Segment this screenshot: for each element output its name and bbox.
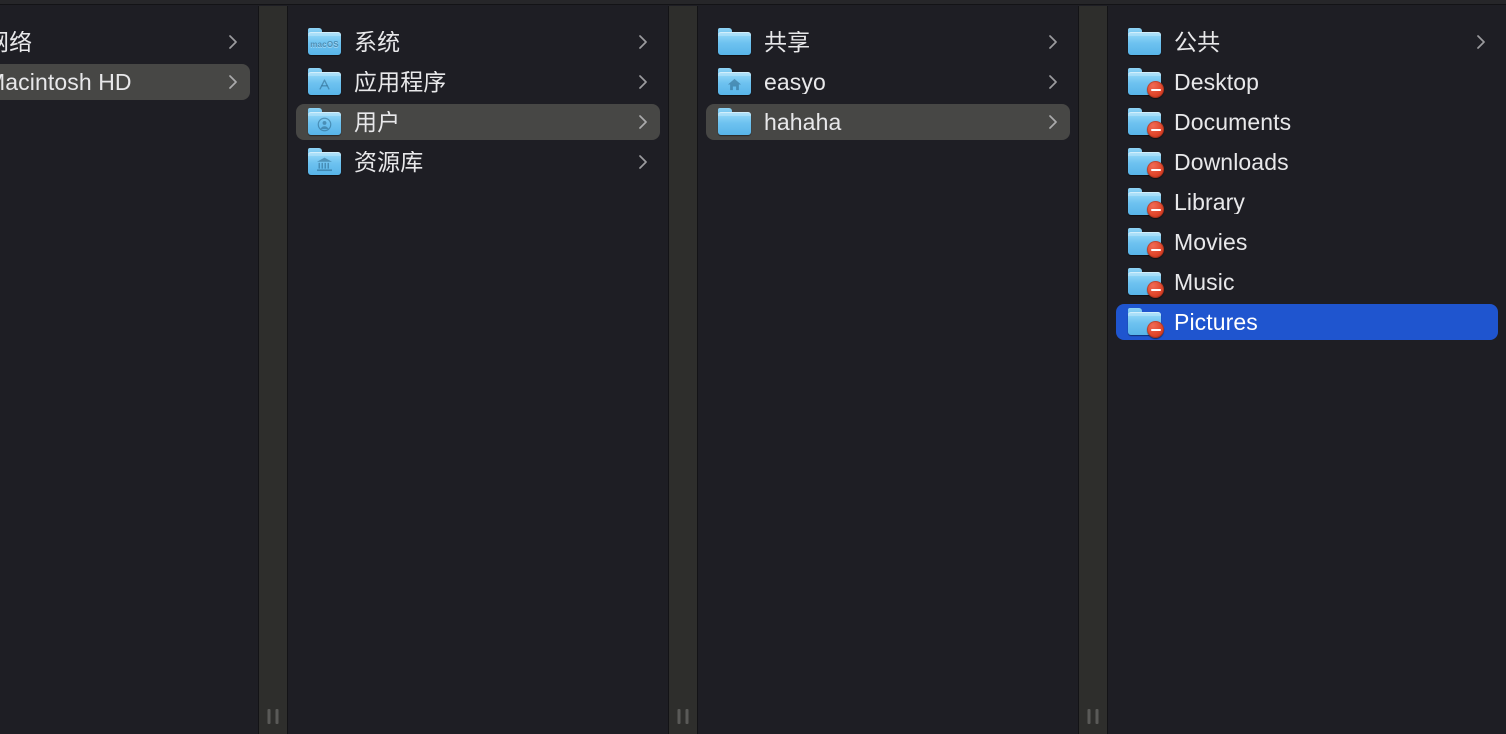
folder-body (718, 32, 751, 55)
column-browser: 网络 Macintosh HD macOS 系统应用程序用户资源库 共享 easyo hah… (0, 6, 1506, 734)
file-name-label: 网络 (0, 30, 33, 54)
file-row[interactable]: Desktop (1116, 64, 1498, 100)
file-row[interactable]: 资源库 (296, 144, 660, 180)
file-name-label: Music (1174, 270, 1235, 294)
folder-icon-restricted (1128, 148, 1164, 178)
chevron-right-icon (226, 32, 240, 52)
column-4[interactable]: 公共 Desktop Documents Downloads Library Movies… (1108, 6, 1506, 734)
file-row[interactable]: 应用程序 (296, 64, 660, 100)
column-resize-handle-2[interactable] (668, 6, 698, 734)
macos-text-glyph-icon: macOS (310, 39, 339, 49)
folder-icon (308, 108, 342, 136)
folder-icon-restricted (1128, 268, 1164, 298)
file-name-label: hahaha (764, 110, 842, 134)
file-name-label: 资源库 (354, 150, 424, 174)
resize-grip-icon[interactable] (677, 709, 689, 724)
folder-icon (718, 108, 752, 136)
file-row[interactable]: Documents (1116, 104, 1498, 140)
file-name-label: Documents (1174, 110, 1292, 134)
finder-column-view: 网络 Macintosh HD macOS 系统应用程序用户资源库 共享 easyo hah… (0, 0, 1506, 734)
file-name-label: 系统 (354, 30, 401, 54)
chevron-right-icon (636, 32, 650, 52)
file-row[interactable]: 公共 (1116, 24, 1498, 60)
no-entry-badge-icon (1147, 321, 1164, 338)
chevron-right-icon (1046, 72, 1060, 92)
chevron-right-icon (636, 152, 650, 172)
no-entry-badge-icon (1147, 241, 1164, 258)
column-resize-handle-1[interactable] (258, 6, 288, 734)
file-row[interactable]: Downloads (1116, 144, 1498, 180)
folder-icon-restricted (1128, 108, 1164, 138)
folder-body (718, 112, 751, 135)
folder-body (1128, 32, 1161, 55)
no-entry-badge-icon (1147, 121, 1164, 138)
app-store-a-glyph-icon (308, 74, 341, 95)
chevron-right-icon (1474, 32, 1488, 52)
chevron-right-icon (1046, 32, 1060, 52)
chevron-right-icon (636, 72, 650, 92)
column-3[interactable]: 共享 easyo hahaha (698, 6, 1078, 734)
file-name-label: Macintosh HD (0, 70, 132, 94)
chevron-right-icon (1046, 112, 1060, 132)
file-row[interactable]: 共享 (706, 24, 1070, 60)
file-name-label: 应用程序 (354, 70, 447, 94)
resize-grip-icon[interactable] (1087, 709, 1099, 724)
window-top-edge (0, 0, 1506, 5)
file-row[interactable]: Music (1116, 264, 1498, 300)
file-name-label: Downloads (1174, 150, 1289, 174)
folder-icon-restricted (1128, 68, 1164, 98)
file-name-label: 公共 (1174, 30, 1221, 54)
file-name-label: Movies (1174, 230, 1248, 254)
resize-grip-icon[interactable] (267, 709, 279, 724)
person-circle-glyph-icon (308, 114, 341, 135)
file-name-label: Desktop (1174, 70, 1260, 94)
classical-building-glyph-icon (308, 154, 341, 175)
column-resize-handle-3[interactable] (1078, 6, 1108, 734)
no-entry-badge-icon (1147, 81, 1164, 98)
home-glyph-icon (718, 74, 751, 95)
column-1[interactable]: 网络 Macintosh HD (0, 6, 258, 734)
file-name-label: 共享 (764, 30, 811, 54)
folder-icon-restricted (1128, 228, 1164, 258)
chevron-right-icon (636, 112, 650, 132)
file-name-label: Library (1174, 190, 1246, 214)
folder-icon (308, 68, 342, 96)
no-entry-badge-icon (1147, 201, 1164, 218)
folder-icon: macOS (308, 28, 342, 56)
folder-icon (718, 68, 752, 96)
folder-icon-restricted (1128, 188, 1164, 218)
file-row[interactable]: hahaha (706, 104, 1070, 140)
folder-icon (718, 28, 752, 56)
file-name-label: easyo (764, 70, 826, 94)
chevron-right-icon (226, 72, 240, 92)
no-entry-badge-icon (1147, 281, 1164, 298)
file-row[interactable]: macOS 系统 (296, 24, 660, 60)
file-row[interactable]: 网络 (0, 24, 250, 60)
folder-icon (1128, 28, 1162, 56)
file-row[interactable]: Movies (1116, 224, 1498, 260)
file-row[interactable]: easyo (706, 64, 1070, 100)
file-name-label: Pictures (1174, 310, 1258, 334)
file-row[interactable]: 用户 (296, 104, 660, 140)
column-2[interactable]: macOS 系统应用程序用户资源库 (288, 6, 668, 734)
no-entry-badge-icon (1147, 161, 1164, 178)
folder-icon (308, 148, 342, 176)
file-row[interactable]: Library (1116, 184, 1498, 220)
folder-icon-restricted (1128, 308, 1164, 338)
file-name-label: 用户 (354, 110, 401, 134)
file-row[interactable]: Macintosh HD (0, 64, 250, 100)
file-row[interactable]: Pictures (1116, 304, 1498, 340)
